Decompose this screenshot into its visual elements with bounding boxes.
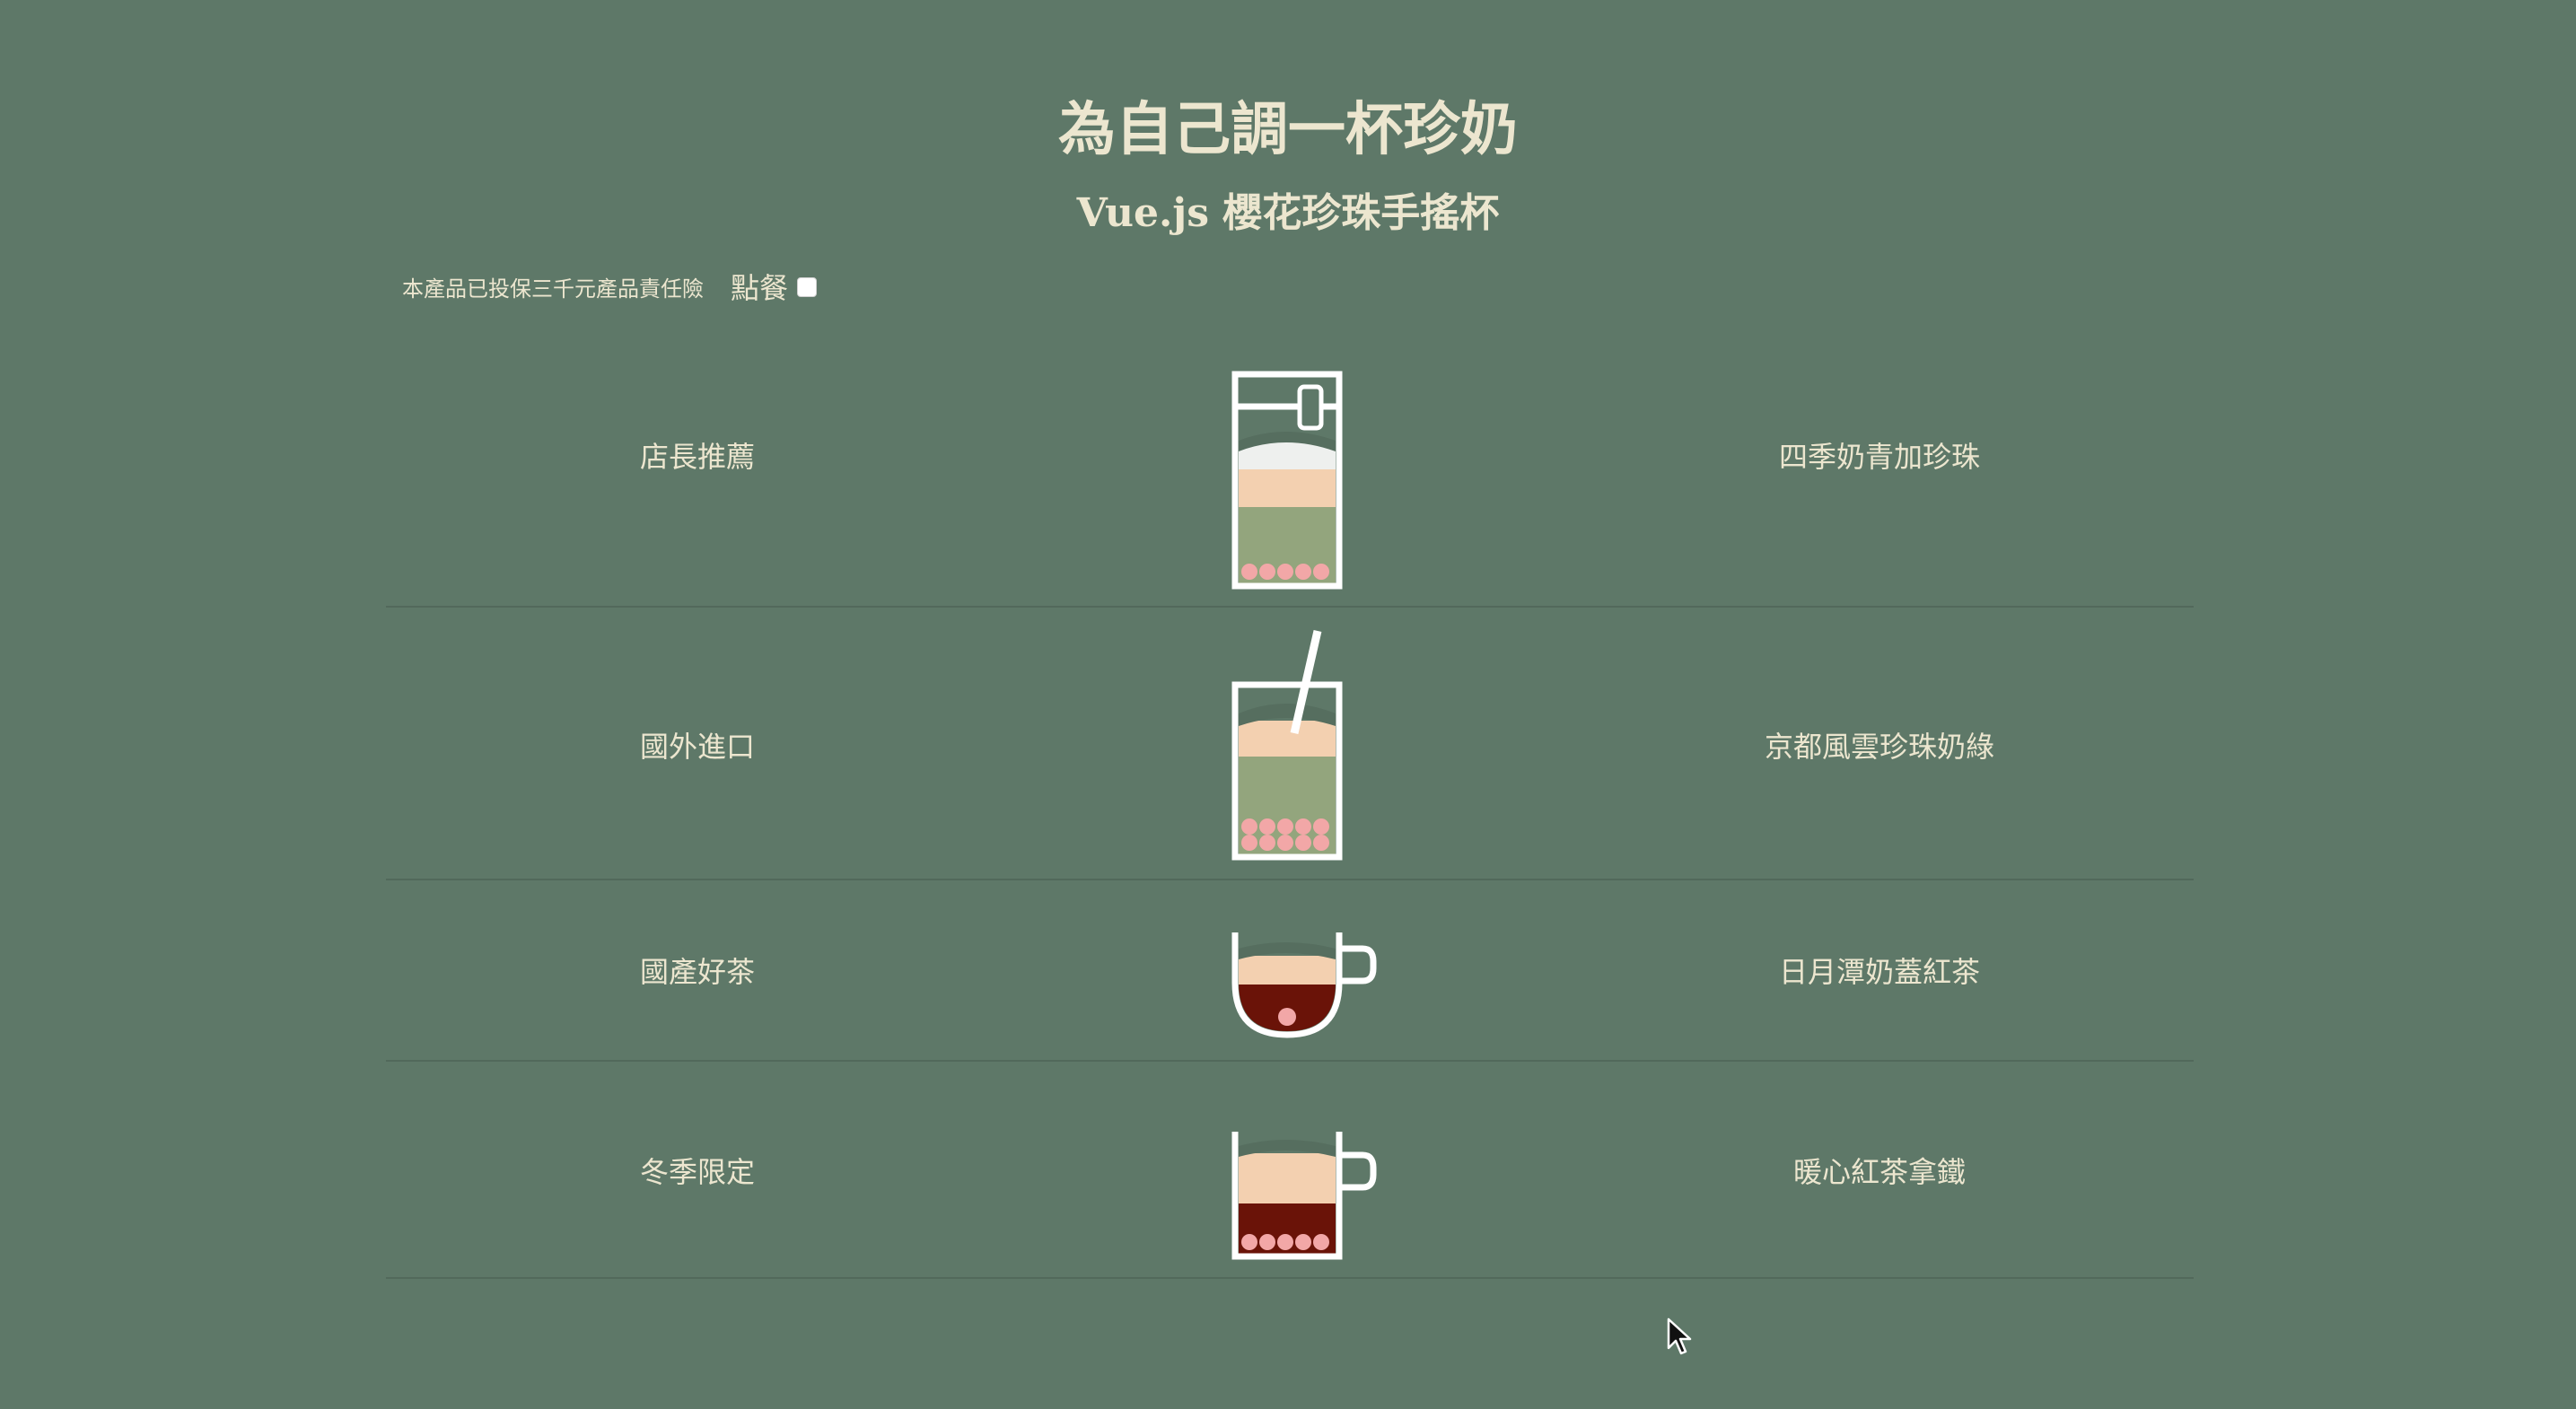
page-title: 為自己調一杯珍奶 [1058, 96, 1518, 163]
drink-name: 京都風雲珍珠奶綠 [1764, 730, 1994, 764]
drink-name: 四季奶青加珍珠 [1778, 440, 1980, 474]
order-bar: 本產品已投保三千元產品責任險 點餐 [402, 264, 818, 309]
menu-row[interactable]: 冬季限定 暖心紅茶拿鐵 [386, 1062, 2194, 1279]
page-subtitle: Vue.js 櫻花珍珠手搖杯 [1076, 190, 1500, 236]
menu-category: 國外進口 [639, 730, 755, 764]
order-checkbox[interactable] [797, 277, 818, 297]
insurance-notice: 本產品已投保三千元產品責任險 [402, 276, 704, 302]
order-label[interactable]: 點餐 [731, 266, 788, 307]
bowl-mug-icon [1231, 932, 1377, 1038]
drink-name: 日月潭奶蓋紅茶 [1778, 955, 1980, 989]
menu-row[interactable]: 店長推薦 四季奶青加珍珠 [386, 337, 2194, 608]
mouse-cursor-icon [1667, 1317, 1692, 1355]
cup-with-straw-icon [1231, 629, 1343, 861]
sealed-cup-icon [1231, 371, 1343, 590]
page: 為自己調一杯珍奶 Vue.js 櫻花珍珠手搖杯 本產品已投保三千元產品責任險 點… [0, 0, 2576, 1409]
menu-category: 店長推薦 [639, 440, 755, 474]
mug-icon [1231, 1132, 1377, 1260]
menu-category: 冬季限定 [639, 1155, 755, 1189]
menu-row[interactable]: 國產好茶 日月潭奶蓋紅茶 [386, 880, 2194, 1062]
menu-row[interactable]: 國外進口 京都風雲珍珠奶綠 [386, 608, 2194, 880]
drink-name: 暖心紅茶拿鐵 [1792, 1155, 1966, 1189]
menu-category: 國產好茶 [639, 955, 755, 989]
